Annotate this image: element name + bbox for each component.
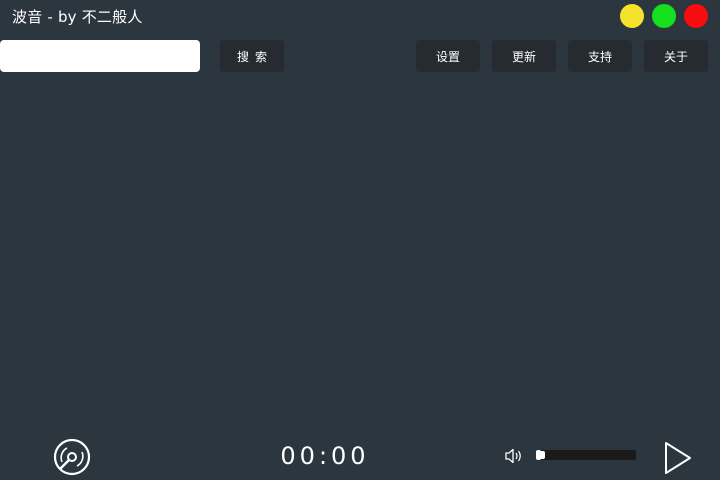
disc-icon[interactable] bbox=[53, 438, 91, 476]
volume-icon[interactable] bbox=[504, 447, 524, 465]
support-button[interactable]: 支持 bbox=[568, 40, 632, 72]
song-list-area bbox=[0, 80, 720, 430]
search-input[interactable] bbox=[0, 40, 200, 72]
minimize-button[interactable] bbox=[620, 4, 644, 28]
close-button[interactable] bbox=[684, 4, 708, 28]
about-button[interactable]: 关于 bbox=[644, 40, 708, 72]
volume-handle[interactable] bbox=[537, 451, 545, 459]
playback-time: 00:00 bbox=[280, 442, 370, 470]
update-button[interactable]: 更新 bbox=[492, 40, 556, 72]
play-icon[interactable] bbox=[662, 440, 694, 476]
maximize-button[interactable] bbox=[652, 4, 676, 28]
app-title: 波音 - by 不二般人 bbox=[12, 8, 143, 26]
title-bar: 波音 - by 不二般人 bbox=[0, 0, 720, 34]
volume-slider[interactable] bbox=[536, 450, 636, 460]
player-bar: 00:00 bbox=[0, 432, 720, 480]
settings-button[interactable]: 设置 bbox=[416, 40, 480, 72]
search-button[interactable]: 搜索 bbox=[220, 40, 284, 72]
